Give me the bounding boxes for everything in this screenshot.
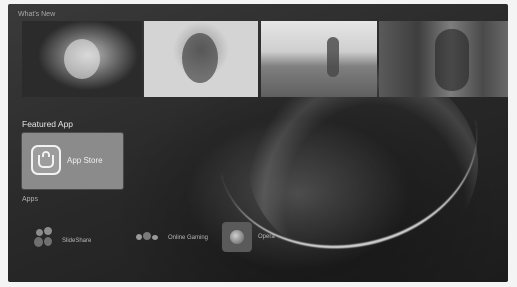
whats-new-tile[interactable] xyxy=(261,21,377,97)
whats-new-heading: What's New xyxy=(18,11,56,18)
featured-app-card[interactable]: App Store xyxy=(22,133,123,189)
tv-home-screen: What's New Featured App App Store Apps S… xyxy=(8,4,508,282)
app-item-slideshare[interactable]: SlideShare xyxy=(32,226,122,256)
app-name: SlideShare xyxy=(62,238,92,244)
app-item-online-gaming[interactable]: Online Gaming xyxy=(134,226,224,256)
gaming-icon xyxy=(134,226,162,248)
bag-body xyxy=(38,155,54,168)
app-name: Online Gaming xyxy=(168,235,209,241)
app-item-opera[interactable]: Opera xyxy=(222,222,292,252)
globe-icon xyxy=(230,230,244,244)
whats-new-strip xyxy=(8,21,508,97)
whats-new-tile[interactable] xyxy=(22,21,142,97)
slideshare-icon xyxy=(32,226,54,248)
apps-heading: Apps xyxy=(22,196,38,203)
app-name: Opera xyxy=(258,234,275,240)
whats-new-tile[interactable] xyxy=(144,21,258,97)
opera-app-icon xyxy=(222,222,252,252)
shopping-bag-icon xyxy=(31,145,61,175)
movie-poster-icon xyxy=(435,29,469,91)
whats-new-tile[interactable] xyxy=(379,21,508,97)
movie-poster-icon xyxy=(182,33,218,83)
movie-poster-icon xyxy=(64,39,100,79)
featured-app-heading: Featured App xyxy=(22,119,74,129)
movie-poster-icon xyxy=(327,37,339,77)
featured-app-name: App Store xyxy=(67,156,103,165)
